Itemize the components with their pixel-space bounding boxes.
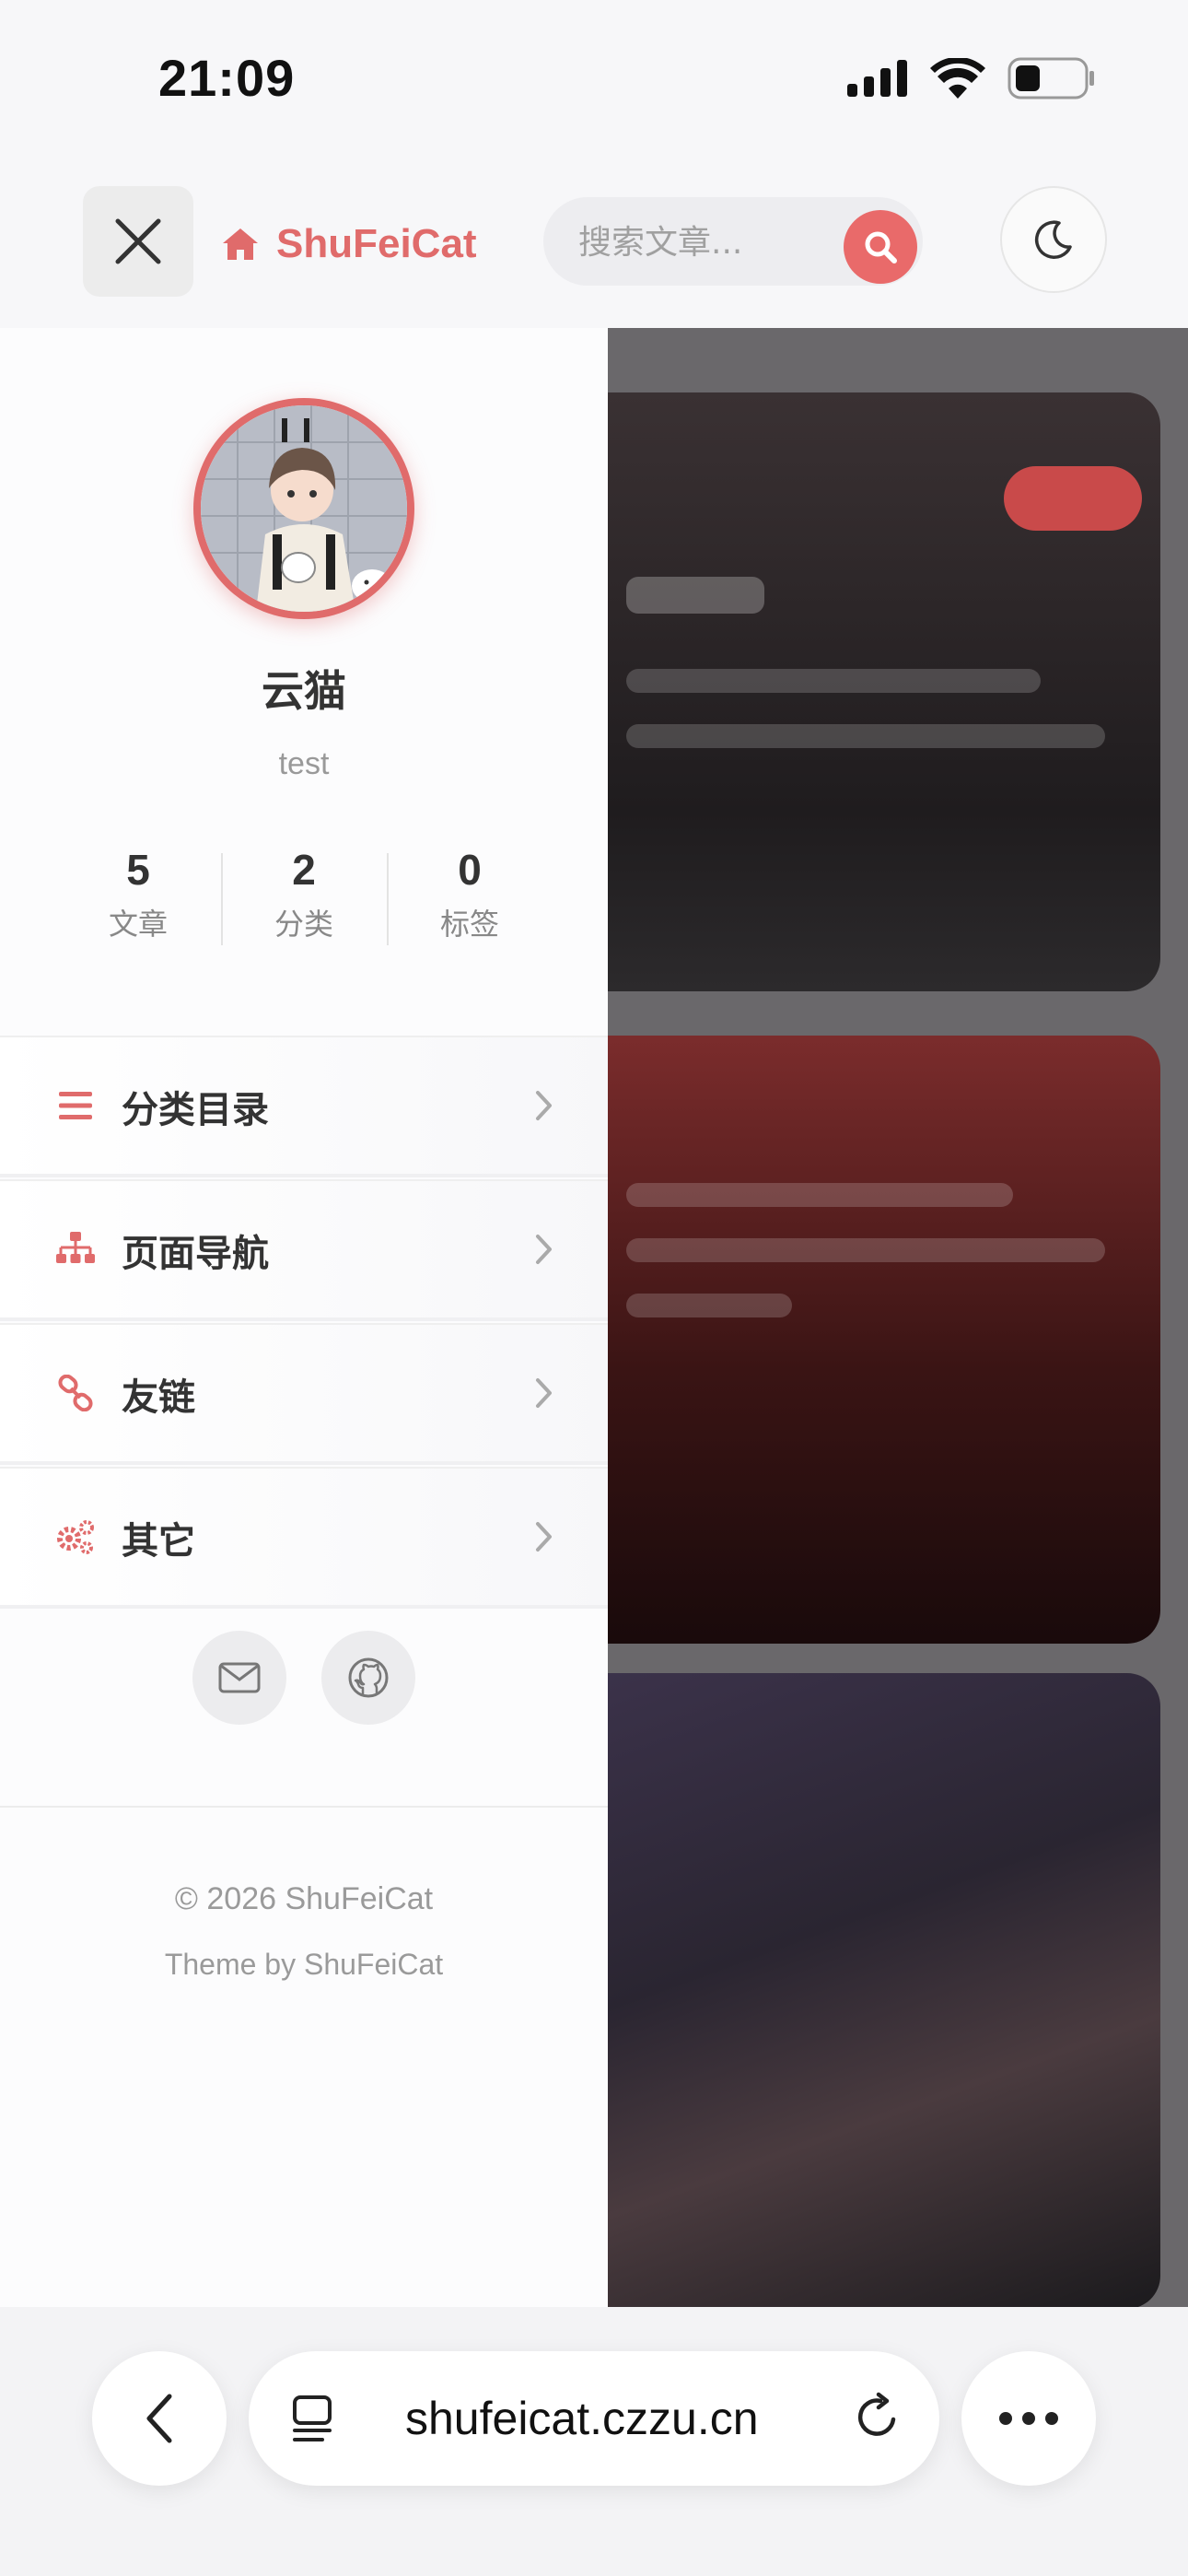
address-bar[interactable]: shufeicat.czzu.cn (249, 2351, 939, 2486)
moon-icon (1034, 220, 1072, 259)
status-icons (847, 57, 1096, 100)
footer-divider (0, 1806, 608, 1808)
search-box (543, 197, 923, 287)
page-content-overlay[interactable] (608, 328, 1188, 2307)
profile-name: 云猫 (262, 666, 346, 716)
footer-copyright: © 2026 ShuFeiCat (174, 1881, 434, 1916)
post-card (608, 1036, 1160, 1644)
chevron-right-icon (536, 1235, 552, 1264)
status-time: 21:09 (158, 49, 296, 107)
list-icon (55, 1085, 96, 1126)
reload-icon[interactable] (853, 2392, 904, 2443)
link-icon (55, 1373, 96, 1413)
cellular-signal-icon (847, 60, 907, 97)
stat-tags[interactable]: 0 标签 (387, 844, 553, 945)
post-card (608, 392, 1160, 991)
close-icon (115, 218, 161, 264)
menu-item-label: 友链 (122, 1376, 195, 1419)
stat-label: 分类 (274, 907, 333, 942)
site-title: ShuFeiCat (276, 221, 477, 266)
close-menu-button[interactable] (83, 186, 193, 297)
chevron-right-icon (536, 1378, 552, 1408)
cogs-icon (55, 1516, 96, 1557)
battery-icon (1007, 57, 1094, 100)
stat-label: 标签 (439, 907, 499, 942)
menu-item-page-nav[interactable]: 页面导航 (0, 1179, 608, 1321)
post-card (608, 1673, 1160, 2307)
stat-value: 0 (458, 846, 482, 894)
stat-categories[interactable]: 2 分类 (221, 844, 387, 945)
sitemap-icon (55, 1229, 96, 1270)
menu-item-others[interactable]: 其它 (0, 1467, 608, 1609)
chevron-right-icon (536, 1522, 552, 1551)
menu-item-label: 分类目录 (122, 1089, 269, 1131)
site-brand[interactable]: ShuFeiCat (221, 212, 477, 276)
search-button[interactable] (844, 210, 917, 284)
github-button[interactable] (321, 1631, 415, 1725)
mail-icon (218, 1662, 261, 1693)
github-icon (348, 1657, 389, 1698)
social-links (0, 1631, 608, 1725)
wifi-icon (930, 58, 985, 99)
sidebar-drawer: 云猫 test 5 文章 2 分类 0 标签 分类目录 页面导航 友链 其它 ©… (0, 328, 608, 2307)
stat-value: 2 (292, 846, 316, 894)
stat-articles[interactable]: 5 文章 (55, 844, 221, 945)
menu-item-label: 页面导航 (122, 1233, 269, 1275)
sidebar-menu: 分类目录 页面导航 友链 其它 (0, 1036, 608, 1610)
email-button[interactable] (192, 1631, 286, 1725)
avatar-image (201, 405, 407, 612)
avatar[interactable] (193, 398, 414, 619)
profile-stats: 5 文章 2 分类 0 标签 (55, 844, 553, 945)
url-text: shufeicat.czzu.cn (405, 2393, 759, 2444)
menu-item-friend-links[interactable]: 友链 (0, 1323, 608, 1465)
menu-item-categories[interactable]: 分类目录 (0, 1036, 608, 1177)
tabs-icon (293, 2395, 332, 2441)
search-icon (865, 231, 897, 263)
chevron-left-icon (146, 2394, 172, 2443)
stat-value: 5 (126, 846, 150, 894)
more-options-button[interactable] (961, 2351, 1096, 2486)
menu-item-label: 其它 (122, 1520, 195, 1563)
theme-toggle-button[interactable] (1000, 186, 1107, 293)
more-icon (999, 2412, 1058, 2425)
browser-toolbar: shufeicat.czzu.cn (0, 2307, 1188, 2576)
stat-label: 文章 (108, 907, 168, 942)
chevron-right-icon (536, 1091, 552, 1120)
home-icon (223, 228, 258, 260)
back-button[interactable] (92, 2351, 227, 2486)
profile-bio: test (278, 746, 330, 781)
status-bar: 21:09 (0, 0, 1188, 157)
footer-theme-credit: Theme by ShuFeiCat (164, 1948, 444, 1981)
site-header: ShuFeiCat (0, 157, 1188, 329)
search-input[interactable] (577, 197, 856, 287)
